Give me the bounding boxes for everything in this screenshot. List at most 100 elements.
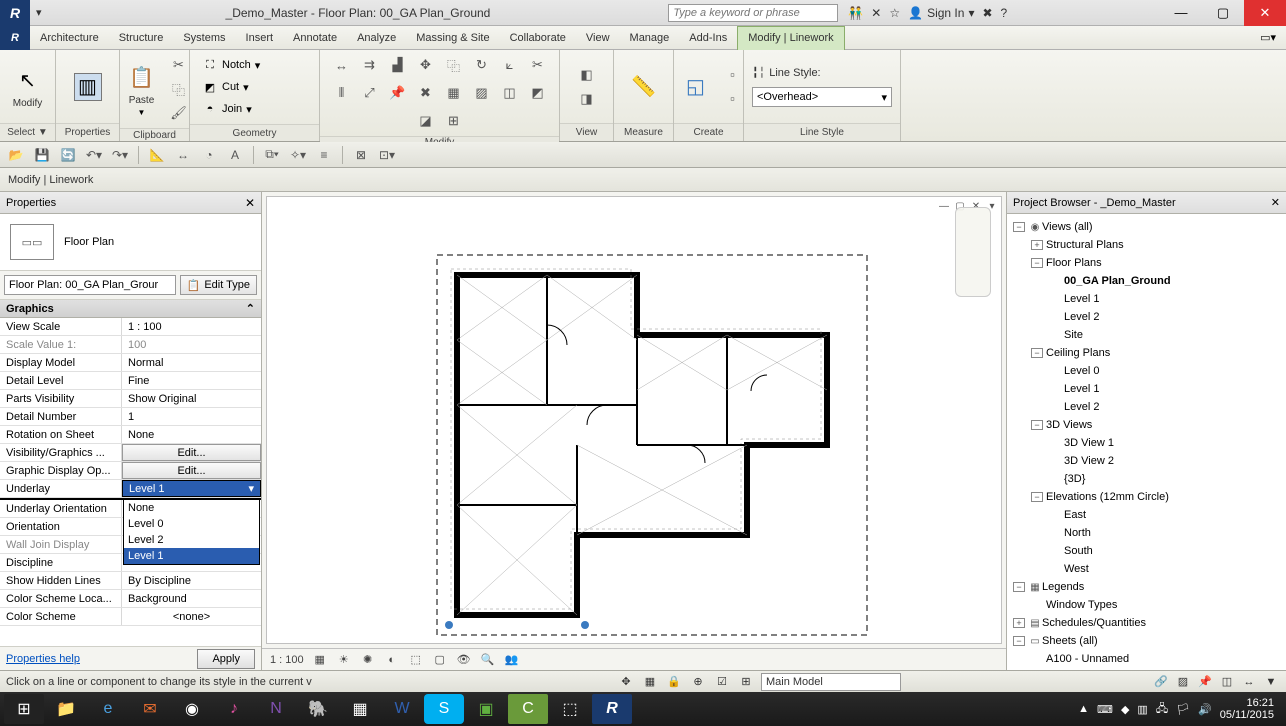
- tree-item[interactable]: − Elevations (12mm Circle): [1009, 488, 1284, 506]
- system-clock[interactable]: 16:2105/11/2015: [1220, 697, 1274, 721]
- tree-item[interactable]: −▦ Legends: [1009, 578, 1284, 596]
- join-button[interactable]: ◓Join ▾: [198, 98, 256, 120]
- prop-value[interactable]: Fine: [122, 372, 261, 389]
- create-button[interactable]: ◱: [674, 69, 718, 105]
- sb-select-pinned-icon[interactable]: 📌: [1196, 673, 1214, 691]
- match-type-icon[interactable]: 🖌: [168, 102, 190, 124]
- tree-twisty-icon[interactable]: −: [1031, 420, 1043, 430]
- prop-row[interactable]: Graphic Display Op...Edit...: [0, 462, 261, 480]
- align-icon[interactable]: ↔: [331, 54, 353, 76]
- tray-volume-icon[interactable]: 🔊: [1198, 703, 1212, 716]
- measure-button[interactable]: 📏: [622, 69, 666, 105]
- tree-item[interactable]: − Ceiling Plans: [1009, 344, 1284, 362]
- qat-section-icon[interactable]: ✧▾: [288, 145, 308, 165]
- modify-tool-button[interactable]: ↖Modify: [6, 62, 50, 111]
- tree-twisty-icon[interactable]: +: [1013, 618, 1025, 628]
- tb-onenote-icon[interactable]: N: [256, 694, 296, 724]
- move-icon[interactable]: ✥: [415, 54, 437, 76]
- tree-item[interactable]: − Floor Plans: [1009, 254, 1284, 272]
- maximize-button[interactable]: ▢: [1202, 0, 1244, 26]
- qat-thin-icon[interactable]: ≡: [314, 145, 334, 165]
- tree-item[interactable]: North: [1009, 524, 1284, 542]
- copy-clipboard-icon[interactable]: ⿻: [168, 78, 190, 100]
- tree-item[interactable]: 00_GA Plan_Ground: [1009, 272, 1284, 290]
- tree-item[interactable]: Level 1: [1009, 290, 1284, 308]
- sb-icon-2[interactable]: ▦: [641, 673, 659, 691]
- tree-item[interactable]: {3D}: [1009, 470, 1284, 488]
- misc2-icon[interactable]: ◩: [527, 82, 549, 104]
- tree-item[interactable]: South: [1009, 542, 1284, 560]
- tree-item[interactable]: Level 2: [1009, 398, 1284, 416]
- tray-app-icon[interactable]: ◆: [1121, 703, 1129, 716]
- rotate-icon[interactable]: ↻: [471, 54, 493, 76]
- prop-value[interactable]: <none>: [122, 608, 261, 625]
- drawing-canvas[interactable]: — ▢ ✕ ▾: [266, 196, 1002, 644]
- pin-icon[interactable]: 📌: [387, 82, 409, 104]
- copy-icon[interactable]: ⿻: [443, 54, 465, 76]
- tab-add-ins[interactable]: Add-Ins: [679, 26, 737, 50]
- dropdown-option[interactable]: None: [124, 500, 259, 516]
- tray-up-icon[interactable]: ▲: [1078, 703, 1089, 715]
- properties-help-link[interactable]: Properties help: [6, 653, 80, 665]
- cut-button[interactable]: ◩Cut ▾: [198, 76, 253, 98]
- prop-value[interactable]: Show Original: [122, 390, 261, 407]
- qat-save-icon[interactable]: 💾: [32, 145, 52, 165]
- instance-selector-dropdown[interactable]: Floor Plan: 00_GA Plan_Grour: [4, 275, 176, 295]
- tree-item[interactable]: Window Types: [1009, 596, 1284, 614]
- tb-ie-icon[interactable]: e: [88, 694, 128, 724]
- misc1-icon[interactable]: ◫: [499, 82, 521, 104]
- dropdown-option[interactable]: Level 1: [124, 548, 259, 564]
- tab-view[interactable]: View: [576, 26, 620, 50]
- signin-button[interactable]: 👤 Sign In ▾: [908, 6, 974, 20]
- reveal-icon[interactable]: 🔍: [480, 652, 496, 668]
- tree-item[interactable]: −◉ Views (all): [1009, 218, 1284, 236]
- tab-insert[interactable]: Insert: [236, 26, 284, 50]
- qat-tag-icon[interactable]: ◔: [199, 145, 219, 165]
- tab-analyze[interactable]: Analyze: [347, 26, 406, 50]
- browser-close-icon[interactable]: ✕: [1271, 196, 1280, 209]
- sb-icon-1[interactable]: ✥: [617, 673, 635, 691]
- tray-network-icon[interactable]: 🖧: [1156, 700, 1168, 719]
- view-hide-icon[interactable]: ◧: [576, 64, 598, 86]
- prop-row[interactable]: View Scale1 : 100: [0, 318, 261, 336]
- prop-edit-button[interactable]: Edit...: [122, 444, 261, 461]
- sb-select-underlay-icon[interactable]: ▨: [1174, 673, 1192, 691]
- mirror-icon[interactable]: ▟: [387, 54, 409, 76]
- offset-icon[interactable]: ⇉: [359, 54, 381, 76]
- favorite-icon[interactable]: ☆: [889, 6, 900, 20]
- tb-app3-icon[interactable]: ⬚: [550, 694, 590, 724]
- help-icon[interactable]: ?: [1001, 6, 1008, 20]
- tree-twisty-icon[interactable]: −: [1013, 222, 1025, 232]
- qat-open-icon[interactable]: 📂: [6, 145, 26, 165]
- hide-icon[interactable]: 👁: [456, 652, 472, 668]
- prop-value[interactable]: Background: [122, 590, 261, 607]
- tray-action-icon[interactable]: 🏳: [1176, 703, 1190, 716]
- prop-row[interactable]: Scale Value 1:100: [0, 336, 261, 354]
- tree-item[interactable]: Site: [1009, 326, 1284, 344]
- array-icon[interactable]: ⦀: [331, 82, 353, 104]
- ungroup-icon[interactable]: ▨: [471, 82, 493, 104]
- prop-value[interactable]: 1 : 100: [122, 318, 261, 335]
- crop-show-icon[interactable]: ▢: [432, 652, 448, 668]
- crop-icon[interactable]: ⬚: [408, 652, 424, 668]
- tb-camtasia-icon[interactable]: C: [508, 694, 548, 724]
- sb-filter-icon[interactable]: ▼: [1262, 673, 1280, 691]
- scale-display[interactable]: 1 : 100: [270, 654, 304, 666]
- tree-item[interactable]: Level 2: [1009, 308, 1284, 326]
- tree-item[interactable]: 3D View 2: [1009, 452, 1284, 470]
- tree-twisty-icon[interactable]: +: [1031, 240, 1043, 250]
- dropdown-option[interactable]: Level 0: [124, 516, 259, 532]
- sb-select-links-icon[interactable]: 🔗: [1152, 673, 1170, 691]
- qat-align-icon[interactable]: ↔: [173, 145, 193, 165]
- misc4-icon[interactable]: ⊞: [443, 110, 465, 132]
- edit-type-button[interactable]: 📋 Edit Type: [180, 275, 257, 295]
- misc3-icon[interactable]: ◪: [415, 110, 437, 132]
- prop-value[interactable]: Normal: [122, 354, 261, 371]
- sb-icon-4[interactable]: ⊕: [689, 673, 707, 691]
- minimize-button[interactable]: —: [1160, 0, 1202, 26]
- prop-row[interactable]: Rotation on SheetNone: [0, 426, 261, 444]
- tab-architecture[interactable]: Architecture: [30, 26, 109, 50]
- tb-itunes-icon[interactable]: ♪: [214, 694, 254, 724]
- tb-word-icon[interactable]: W: [382, 694, 422, 724]
- workset-dropdown[interactable]: Main Model: [761, 673, 901, 691]
